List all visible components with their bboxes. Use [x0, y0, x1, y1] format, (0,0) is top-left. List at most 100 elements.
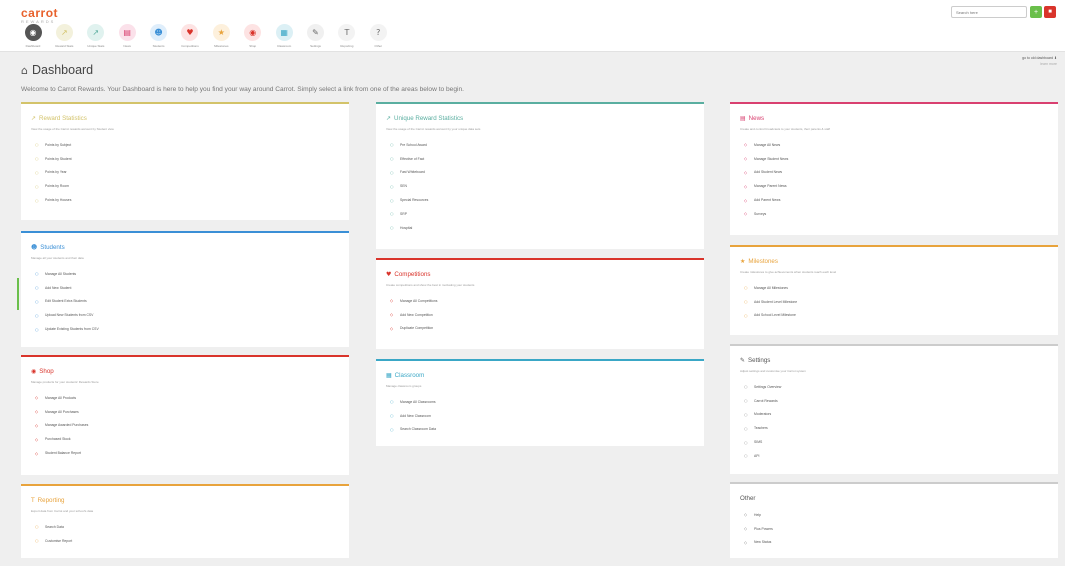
- card-link[interactable]: ○ SEN: [390, 179, 428, 193]
- logo-name: carrot: [21, 6, 59, 20]
- card-title[interactable]: Other: [740, 495, 755, 502]
- card-link[interactable]: ○ Manage All Milestones: [744, 281, 797, 295]
- bullet-icon: ○: [35, 271, 39, 277]
- card-link[interactable]: ○ Add School Level Milestone: [744, 309, 797, 323]
- card-link[interactable]: ○ Points by Subject: [35, 138, 72, 152]
- card-link[interactable]: ○ Points by Room: [35, 179, 72, 193]
- card-link[interactable]: ◇ Manage Parent News: [744, 179, 788, 193]
- card-title[interactable]: ↗ Unique Reward Statistics: [386, 115, 463, 122]
- search-button[interactable]: +: [1030, 6, 1042, 18]
- card-link-label: Add Student Level Milestone: [754, 299, 798, 304]
- card-link-label: Carrot Rewards: [754, 398, 778, 403]
- card-link[interactable]: ○ Fast Whiteboard: [390, 166, 428, 180]
- card-title[interactable]: ✎ Settings: [740, 357, 770, 364]
- card-link[interactable]: ○ Update Existing Students from CSV: [35, 322, 99, 336]
- card-link[interactable]: ○ Edit Student Extra Students: [35, 295, 99, 309]
- learn-more-link[interactable]: learn more: [1022, 62, 1057, 68]
- card-link[interactable]: ○ Add New Student: [35, 281, 99, 295]
- card-description: Manage all your students and their data: [31, 256, 84, 260]
- logo[interactable]: carrot REWARDS: [21, 6, 58, 24]
- card-link-label: API: [754, 453, 760, 458]
- card-link[interactable]: ○ Search Data: [35, 520, 72, 534]
- card-link[interactable]: ○ Add New Classroom: [390, 409, 436, 423]
- nav-item-competitions[interactable]: ♥ Competitions: [176, 24, 204, 48]
- card-link[interactable]: ○ Carrot Rewards: [744, 394, 781, 408]
- nav-item-classroom[interactable]: ▦ Classroom: [270, 24, 298, 48]
- card-link-label: Surveys: [754, 211, 767, 216]
- card-link[interactable]: ○ Points by Student: [35, 152, 72, 166]
- card-link[interactable]: ◇ Manage All News: [744, 138, 788, 152]
- card-title[interactable]: ★ Milestones: [740, 258, 778, 265]
- card-link[interactable]: ◇ Manage All Competitions: [390, 294, 438, 308]
- card-title-text: Unique Reward Statistics: [394, 115, 464, 122]
- old-dashboard-link[interactable]: go to old dashboard ⬇ learn more: [1022, 56, 1057, 67]
- card-link[interactable]: ○ Pre School Award: [390, 138, 428, 152]
- settings-icon: ✎: [307, 24, 325, 41]
- card-title[interactable]: ♥ Competitions: [386, 271, 431, 278]
- nav-item-reporting[interactable]: T Reporting: [333, 24, 361, 48]
- card-title-text: Classroom: [394, 372, 425, 379]
- card-link[interactable]: ○ Search Classroom Data: [390, 423, 436, 437]
- card-link[interactable]: ○ Manage All Students: [35, 267, 99, 281]
- bullet-icon: ◇: [744, 539, 748, 545]
- nav-item-milestones[interactable]: ★ Milestones: [207, 24, 235, 48]
- card-link[interactable]: ○ Customise Report: [35, 534, 72, 548]
- bullet-icon: ◇: [744, 211, 748, 217]
- card-title[interactable]: ▦ Classroom: [386, 372, 424, 379]
- card-link[interactable]: ○ Effective of Fact: [390, 152, 428, 166]
- card-title[interactable]: ↗ Reward Statistics: [31, 115, 87, 122]
- nav-item-students[interactable]: ☻ Students: [145, 24, 173, 48]
- card-link[interactable]: ◇ New Status: [744, 536, 773, 550]
- card-link[interactable]: ○ Settings Overview: [744, 380, 781, 394]
- nav-item-news[interactable]: ▤ News: [113, 24, 141, 48]
- card-title[interactable]: ◉ Shop: [31, 368, 54, 375]
- nav-label: Students: [152, 44, 165, 48]
- card-link[interactable]: ◇ Manage All Products: [35, 391, 88, 405]
- card-link[interactable]: ◇ Add Parent News: [744, 193, 788, 207]
- card-link[interactable]: ◇ Manage All Purchases: [35, 405, 88, 419]
- nav-item-dashboard[interactable]: ◉ Dashboard: [19, 24, 47, 48]
- card-title[interactable]: ▤ News: [740, 115, 764, 122]
- nav-item-other[interactable]: ? Other: [364, 24, 392, 48]
- nav-item-settings[interactable]: ✎ Settings: [302, 24, 330, 48]
- card-link[interactable]: ○ SIMS: [744, 435, 781, 449]
- nav-item-shop[interactable]: ◉ Shop: [239, 24, 267, 48]
- card-link[interactable]: ◇ Help: [744, 508, 773, 522]
- card-link[interactable]: ○ Manage All Classrooms: [390, 395, 436, 409]
- card-link[interactable]: ○ Moderators: [744, 408, 781, 422]
- card-link[interactable]: ◇ Plus Powers: [744, 522, 773, 536]
- card-unique-stats: ↗ Unique Reward Statistics View the usage …: [376, 102, 704, 249]
- logout-button[interactable]: ■: [1044, 6, 1056, 18]
- card-link[interactable]: ◇ Manage Awarded Purchases: [35, 419, 88, 433]
- bullet-icon: ○: [35, 312, 39, 318]
- card-link[interactable]: ◇ Student Balance Report: [35, 446, 88, 460]
- nav-item-reward-stats[interactable]: ↗ Reward Stats: [50, 24, 78, 48]
- card-link[interactable]: ○ API: [744, 449, 781, 463]
- bullet-icon: ○: [390, 211, 394, 217]
- card-link-label: Student Balance Report: [45, 451, 82, 456]
- card-link[interactable]: ○ Add Student Level Milestone: [744, 295, 797, 309]
- card-link[interactable]: ○ Special Resources: [390, 193, 428, 207]
- card-link[interactable]: ◇ Surveys: [744, 207, 788, 221]
- card-link[interactable]: ○ Hospital: [390, 221, 428, 235]
- card-link[interactable]: ◇ Purchased Stock: [35, 432, 88, 446]
- nav-item-unique-stats[interactable]: ↗ Unique Stats: [82, 24, 110, 48]
- card-title[interactable]: T Reporting: [31, 497, 65, 504]
- bullet-icon: ○: [35, 538, 39, 544]
- card-link[interactable]: ○ Teachers: [744, 421, 781, 435]
- bullet-icon: ◇: [390, 298, 394, 304]
- card-link[interactable]: ◇ Add New Competition: [390, 308, 438, 322]
- card-link[interactable]: ○ Points by Year: [35, 166, 72, 180]
- card-link[interactable]: ◇ Manage Student News: [744, 152, 788, 166]
- bullet-icon: ○: [744, 425, 748, 431]
- bullet-icon: ○: [744, 398, 748, 404]
- card-link[interactable]: ◇ Add Student News: [744, 166, 788, 180]
- search-input[interactable]: [951, 6, 1027, 18]
- card-link[interactable]: ◇ Duplicate Competition: [390, 322, 438, 336]
- card-link[interactable]: ○ Upload New Students from CSV: [35, 308, 99, 322]
- card-link[interactable]: ○ SRP: [390, 207, 428, 221]
- home-icon: ⌂: [21, 63, 28, 77]
- card-link-label: Teachers: [754, 426, 768, 431]
- card-title[interactable]: ☻ Students: [31, 244, 65, 251]
- card-link[interactable]: ○ Points by Houses: [35, 193, 72, 207]
